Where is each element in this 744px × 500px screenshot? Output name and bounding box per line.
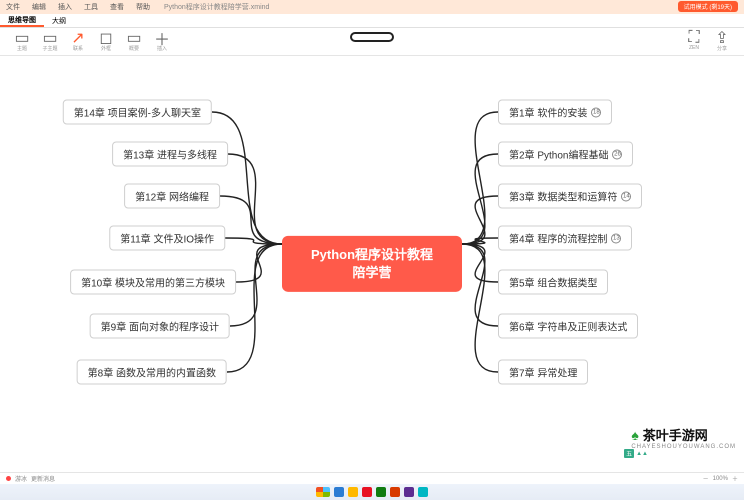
node-label: 第12章 网络编程 <box>135 189 209 204</box>
taskbar-app-2[interactable] <box>348 487 358 497</box>
right-node-5[interactable]: 第5章 组合数据类型 <box>498 270 608 295</box>
node-label: 第10章 模块及常用的第三方模块 <box>81 275 225 290</box>
status-user: 游冰 <box>15 474 27 483</box>
document-filename: Python程序设计教程陪学营.xmind <box>164 2 269 12</box>
tool-zen[interactable]: ⛶ZEN <box>682 32 706 52</box>
node-label: 第3章 数据类型和运算符 <box>509 189 617 204</box>
status-dot-icon <box>6 476 11 481</box>
zen-pill[interactable] <box>350 32 394 42</box>
left-node-5[interactable]: 第10章 模块及常用的第三方模块 <box>70 270 236 295</box>
menu-tools[interactable]: 工具 <box>78 2 104 12</box>
tool-insert[interactable]: ＋插入 <box>150 32 174 52</box>
menu-edit[interactable]: 编辑 <box>26 2 52 12</box>
taskbar-app-1[interactable] <box>334 487 344 497</box>
node-label: 第4章 程序的流程控制 <box>509 231 607 246</box>
tool-boundary[interactable]: ▭概要 <box>122 32 146 52</box>
zoom-level: 100% <box>713 476 728 482</box>
tool-label: 外框 <box>101 45 111 52</box>
menu-view[interactable]: 查看 <box>104 2 130 12</box>
status-bar: 游冰 更新消息 － 100% ＋ <box>0 472 744 484</box>
view-tabs: 思维导图 大纲 <box>0 14 744 28</box>
node-label: 第14章 项目案例-多人聊天室 <box>74 105 201 120</box>
left-node-4[interactable]: 第11章 文件及IO操作 <box>109 226 225 251</box>
tool-label: ZEN <box>689 45 699 51</box>
tool-label: 主题 <box>17 45 27 52</box>
central-topic[interactable]: Python程序设计教程 陪学营 <box>282 236 462 292</box>
node-label: 第11章 文件及IO操作 <box>120 231 214 246</box>
node-label: 第6章 字符串及正则表达式 <box>509 319 627 334</box>
menu-help[interactable]: 帮助 <box>130 2 156 12</box>
boundary-icon: ▭ <box>128 32 140 44</box>
node-label: 第5章 组合数据类型 <box>509 275 597 290</box>
child-count-badge[interactable]: 13 <box>611 233 621 243</box>
toolbar: ▭主题▭子主题↗联系◻外框▭概要＋插入 ⛶ZEN⇪分享 <box>0 28 744 56</box>
link-icon: ↗ <box>72 32 84 44</box>
menu-bar: 文件 编辑 插入 工具 查看 帮助 Python程序设计教程陪学营.xmind … <box>0 0 744 14</box>
node-label: 第7章 异常处理 <box>509 365 577 380</box>
tool-label: 联系 <box>73 45 83 52</box>
tab-mindmap[interactable]: 思维导图 <box>0 14 44 27</box>
right-node-4[interactable]: 第4章 程序的流程控制 13 <box>498 226 632 251</box>
zen-icon: ⛶ <box>688 32 700 44</box>
ime-indicator: 五五▲▲▲▲ <box>624 449 648 458</box>
status-updates[interactable]: 更新消息 <box>31 474 55 483</box>
tool-topic[interactable]: ▭主题 <box>10 32 34 52</box>
leaf-icon: ♠ <box>631 427 638 443</box>
central-topic-line2: 陪学营 <box>300 264 444 282</box>
right-node-2[interactable]: 第2章 Python编程基础 26 <box>498 142 633 167</box>
left-node-2[interactable]: 第13章 进程与多线程 <box>112 142 228 167</box>
trial-badge[interactable]: 试用模式 (剩19天) <box>678 1 738 12</box>
node-label: 第2章 Python编程基础 <box>509 147 608 162</box>
mindmap-canvas[interactable]: Python程序设计教程 陪学营 第14章 项目案例-多人聊天室第13章 进程与… <box>0 56 744 472</box>
share-icon: ⇪ <box>716 32 728 44</box>
tool-label: 概要 <box>129 45 139 52</box>
tool-share[interactable]: ⇪分享 <box>710 32 734 52</box>
left-node-6[interactable]: 第9章 面向对象的程序设计 <box>90 314 230 339</box>
left-node-7[interactable]: 第8章 函数及常用的内置函数 <box>77 360 227 385</box>
watermark-domain: CHAYESHOUYOUWANG.COM <box>631 444 736 450</box>
sub-icon: ▭ <box>44 32 56 44</box>
node-label: 第1章 软件的安装 <box>509 105 587 120</box>
menu-file[interactable]: 文件 <box>0 2 26 12</box>
tool-label: 子主题 <box>42 45 57 52</box>
watermark-brand: 茶叶手游网 <box>643 425 708 444</box>
tool-link[interactable]: ↗联系 <box>66 32 90 52</box>
taskbar-app-4[interactable] <box>376 487 386 497</box>
left-node-3[interactable]: 第12章 网络编程 <box>124 184 220 209</box>
menu-insert[interactable]: 插入 <box>52 2 78 12</box>
left-node-1[interactable]: 第14章 项目案例-多人聊天室 <box>63 100 212 125</box>
tool-label: 插入 <box>157 45 167 52</box>
right-node-6[interactable]: 第6章 字符串及正则表达式 <box>498 314 638 339</box>
watermark: ♠ 茶叶手游网 CHAYESHOUYOUWANG.COM <box>631 425 736 450</box>
tool-label: 分享 <box>717 45 727 52</box>
insert-icon: ＋ <box>156 32 168 44</box>
taskbar-app-6[interactable] <box>404 487 414 497</box>
tool-sub[interactable]: ▭子主题 <box>38 32 62 52</box>
child-count-badge[interactable]: 26 <box>612 149 622 159</box>
taskbar-app-7[interactable] <box>418 487 428 497</box>
node-label: 第9章 面向对象的程序设计 <box>101 319 219 334</box>
topic-icon: ▭ <box>16 32 28 44</box>
right-node-7[interactable]: 第7章 异常处理 <box>498 360 588 385</box>
tab-outline[interactable]: 大纲 <box>44 14 74 27</box>
right-node-1[interactable]: 第1章 软件的安装 18 <box>498 100 612 125</box>
child-count-badge[interactable]: 18 <box>591 107 601 117</box>
central-topic-line1: Python程序设计教程 <box>300 246 444 264</box>
tool-summary[interactable]: ◻外框 <box>94 32 118 52</box>
zoom-out-icon[interactable]: － <box>703 474 709 483</box>
child-count-badge[interactable]: 14 <box>621 191 631 201</box>
windows-taskbar <box>0 484 744 500</box>
taskbar-app-3[interactable] <box>362 487 372 497</box>
node-label: 第8章 函数及常用的内置函数 <box>88 365 216 380</box>
app-window: 文件 编辑 插入 工具 查看 帮助 Python程序设计教程陪学营.xmind … <box>0 0 744 500</box>
taskbar-app-5[interactable] <box>390 487 400 497</box>
node-label: 第13章 进程与多线程 <box>123 147 217 162</box>
zoom-in-icon[interactable]: ＋ <box>732 474 738 483</box>
start-button[interactable] <box>316 487 330 497</box>
summary-icon: ◻ <box>100 32 112 44</box>
right-node-3[interactable]: 第3章 数据类型和运算符 14 <box>498 184 642 209</box>
